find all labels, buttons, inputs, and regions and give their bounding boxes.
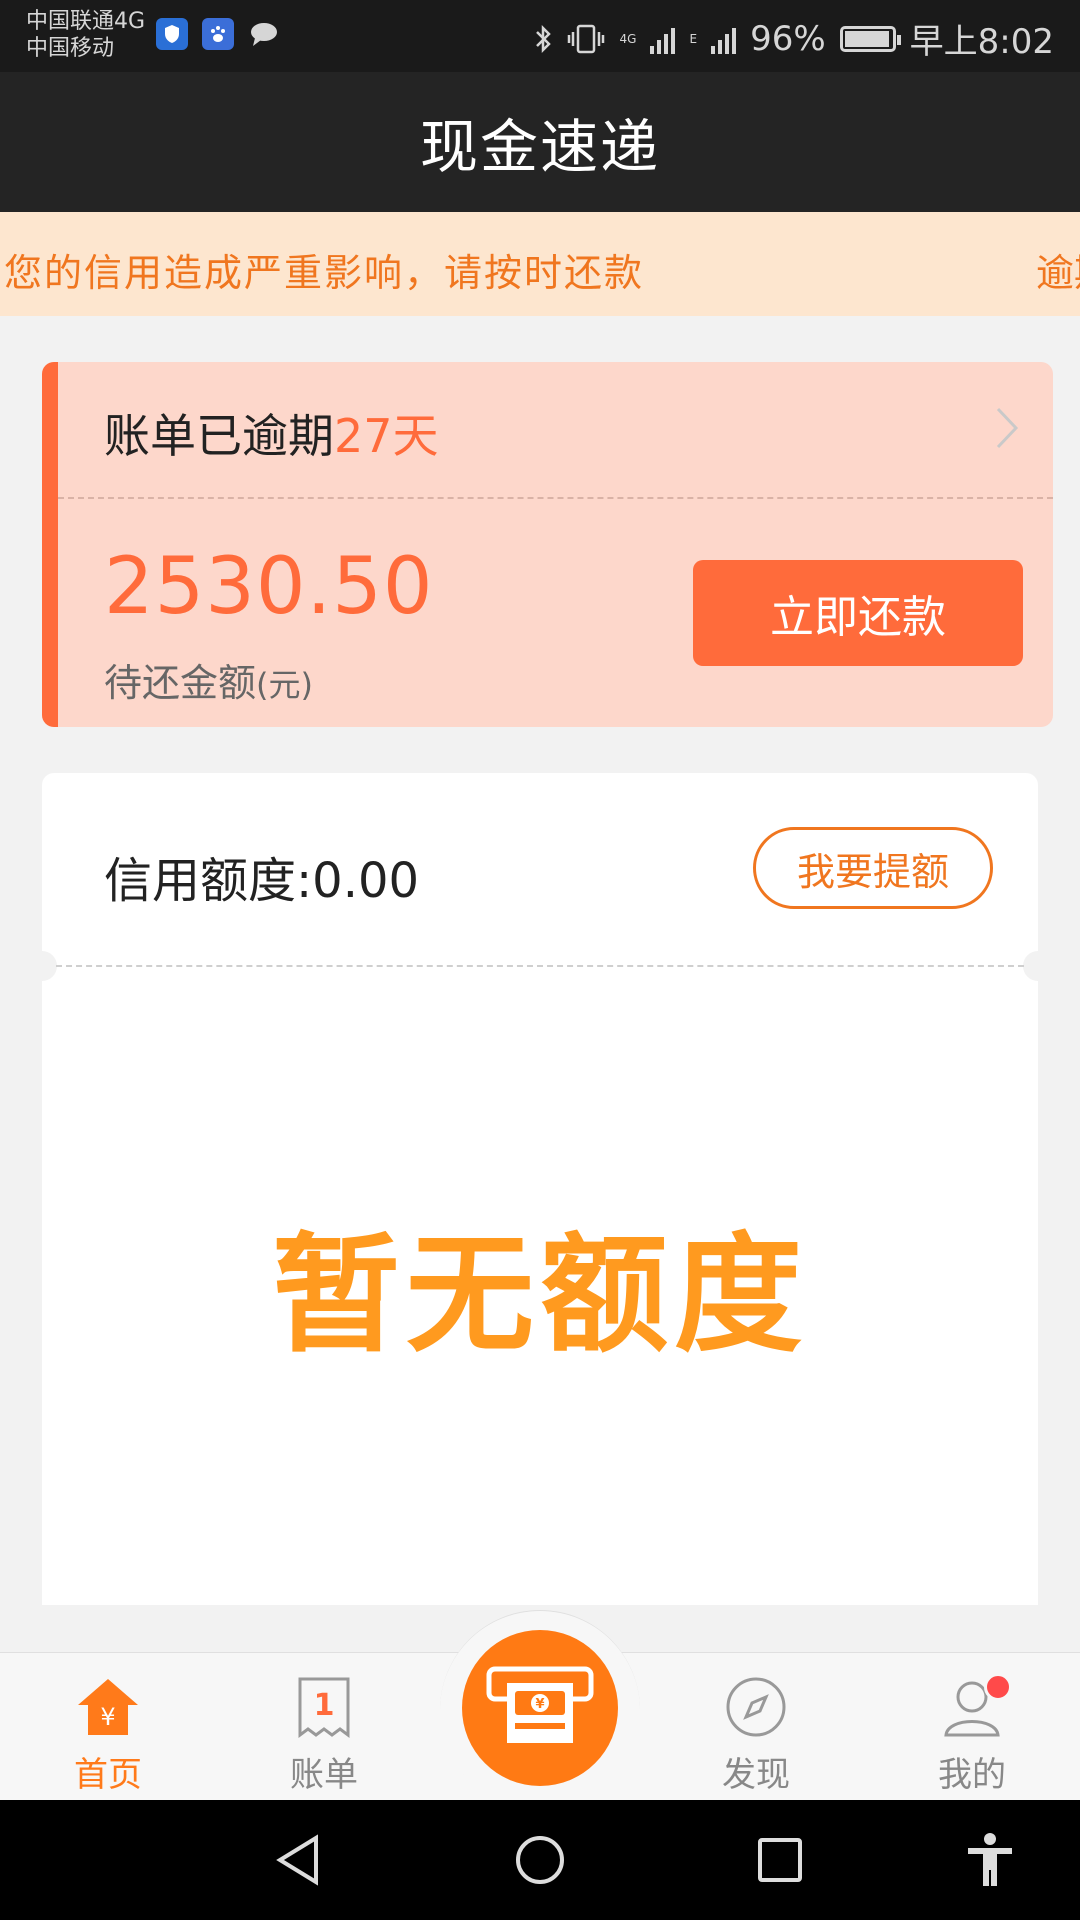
carrier-2: 中国移动	[26, 36, 115, 61]
svg-text:¥: ¥	[100, 1703, 115, 1731]
battery-percent: 96%	[750, 18, 826, 59]
tab-home[interactable]: ¥ 首页	[38, 1653, 178, 1801]
network-type-1: 4G	[619, 31, 637, 46]
notice-banner: 您的信用造成严重影响，请按时还款 逾期	[0, 212, 1080, 316]
overdue-days: 27天	[334, 409, 439, 463]
home-circle-icon[interactable]	[510, 1830, 570, 1890]
system-status: 4G E 96% 早上8:02	[534, 14, 1054, 63]
ticket-notch-right	[1023, 951, 1053, 981]
home-yuan-icon: ¥	[78, 1679, 138, 1735]
cash-machine-icon: ¥	[486, 1666, 594, 1743]
bluetooth-icon	[535, 24, 551, 53]
tab-mine[interactable]: 我的	[902, 1653, 1042, 1801]
raise-limit-button[interactable]: 我要提额	[753, 827, 993, 909]
svg-text:1: 1	[314, 1688, 335, 1723]
tab-bill[interactable]: 1 账单	[254, 1653, 394, 1801]
chevron-right-icon[interactable]	[995, 406, 1019, 450]
clock: 早上8:02	[909, 22, 1054, 62]
center-cash-button[interactable]: ¥	[462, 1630, 618, 1786]
battery-icon	[839, 25, 901, 52]
amount-unit: (元)	[256, 666, 313, 704]
carrier-1: 中国联通4G	[26, 9, 146, 34]
overdue-prefix: 账单已逾期	[104, 409, 334, 463]
message-icon	[248, 18, 280, 50]
amount-label-text: 待还金额	[104, 661, 257, 705]
carrier-info: 中国联通4G 中国移动	[26, 8, 145, 62]
tab-discover[interactable]: 发现	[686, 1653, 826, 1801]
ticket-notch-left	[27, 951, 57, 981]
back-icon[interactable]	[270, 1830, 330, 1890]
due-amount-label: 待还金额(元)	[104, 652, 313, 707]
credit-limit-label: 信用额度:0.00	[104, 853, 420, 909]
no-credit-text: 暂无额度	[271, 1221, 808, 1370]
compass-icon	[726, 1677, 786, 1737]
baidu-app-icon	[202, 18, 234, 50]
credit-limit-card: 信用额度:0.00 我要提额 暂无额度	[27, 773, 1053, 1617]
notification-icons	[156, 18, 280, 50]
recent-apps-icon[interactable]	[750, 1830, 810, 1890]
divider	[58, 497, 1053, 499]
notice-text: 您的信用造成严重影响，请按时还款	[4, 251, 645, 295]
repay-now-button[interactable]: 立即还款	[693, 560, 1023, 666]
tab-label: 发现	[722, 1755, 790, 1795]
bill-icon: 1	[298, 1677, 350, 1738]
status-bar: 中国联通4G 中国移动 4G E 96% 早上8:02	[0, 0, 1080, 72]
tab-label: 我的	[938, 1755, 1006, 1795]
card-accent-stripe	[42, 362, 58, 727]
vibrate-icon	[567, 24, 604, 53]
due-amount: 2530.50	[104, 542, 434, 632]
overdue-bill-card[interactable]: 账单已逾期27天 2530.50 待还金额(元) 立即还款	[42, 362, 1053, 727]
page-title: 现金速递	[419, 113, 660, 181]
notice-text-next: 逾期	[1036, 251, 1080, 295]
svg-text:¥: ¥	[535, 1697, 544, 1712]
signal-icon	[711, 24, 737, 54]
tab-label: 首页	[74, 1755, 142, 1795]
shield-app-icon	[156, 18, 188, 50]
system-nav-bar	[0, 1800, 1080, 1920]
accessibility-icon[interactable]	[960, 1830, 1020, 1890]
signal-icon	[650, 24, 676, 54]
divider	[56, 965, 1024, 967]
overdue-title: 账单已逾期27天	[104, 400, 439, 466]
tab-label: 账单	[290, 1755, 358, 1795]
title-bar: 现金速递	[0, 72, 1080, 212]
notification-badge	[984, 1673, 1012, 1701]
network-type-2: E	[689, 31, 698, 46]
